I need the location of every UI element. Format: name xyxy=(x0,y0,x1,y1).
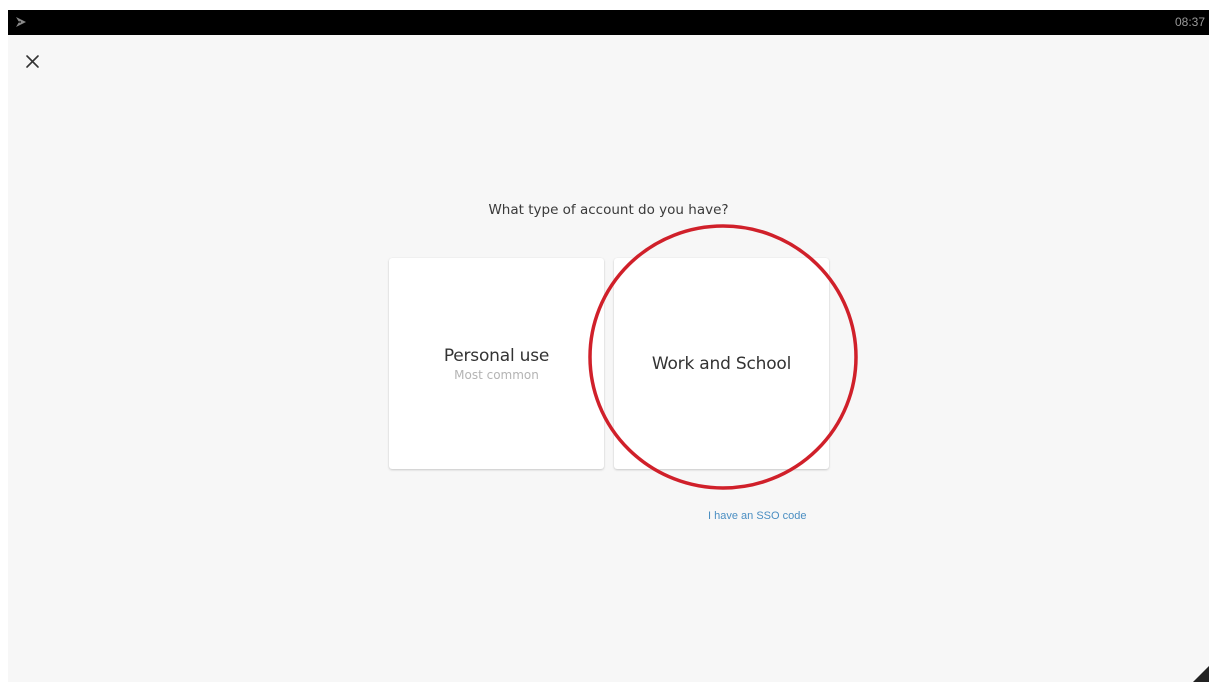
personal-use-option[interactable]: Personal use Most common xyxy=(389,258,604,469)
work-and-school-option[interactable]: Work and School xyxy=(614,258,829,469)
status-bar: 08:37 xyxy=(8,10,1209,35)
close-icon xyxy=(26,55,39,68)
close-button[interactable] xyxy=(23,52,43,72)
resize-corner-icon xyxy=(1193,666,1209,682)
highlight-circle-annotation xyxy=(588,224,858,490)
page-question: What type of account do you have? xyxy=(488,202,729,218)
screenshot-frame: 08:37 What type of account do you have? … xyxy=(0,0,1209,682)
work-and-school-title: Work and School xyxy=(651,353,792,374)
status-time: 08:37 xyxy=(1174,15,1205,29)
app-window: 08:37 What type of account do you have? … xyxy=(8,10,1209,682)
personal-use-title: Personal use xyxy=(443,345,550,366)
sso-code-link[interactable]: I have an SSO code xyxy=(708,510,806,522)
personal-use-subtitle: Most common xyxy=(454,367,539,382)
app-logo-icon xyxy=(16,17,26,27)
